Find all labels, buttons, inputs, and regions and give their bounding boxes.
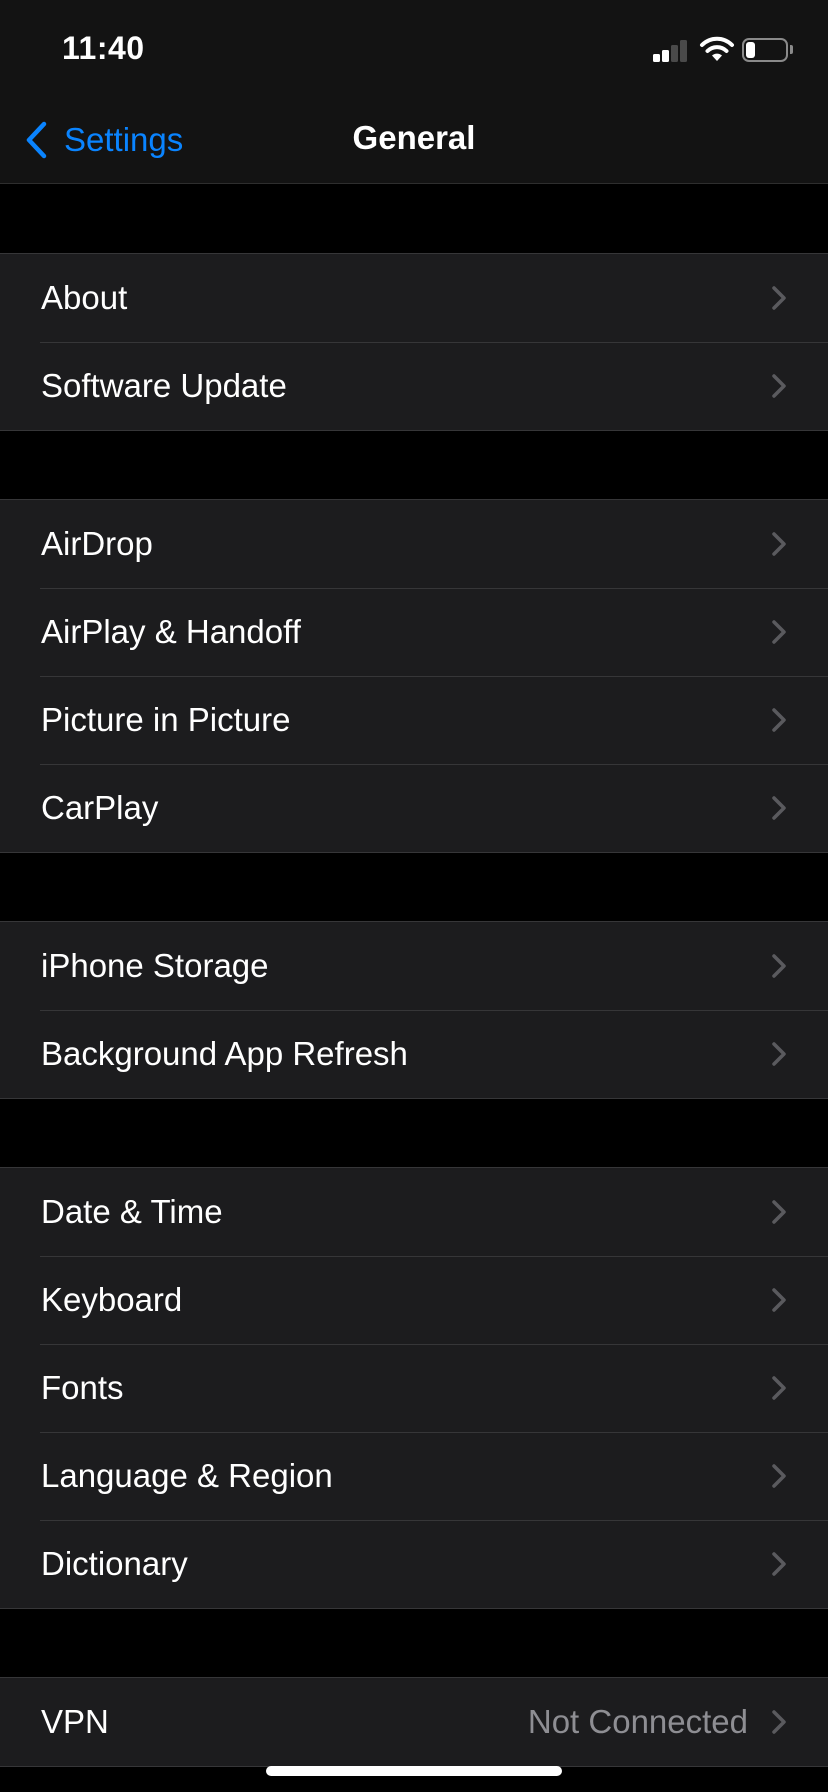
battery-level <box>746 42 755 58</box>
chevron-right-icon <box>772 1710 786 1734</box>
row-date-time[interactable]: Date & Time <box>0 1168 828 1256</box>
row-label: Dictionary <box>41 1545 188 1582</box>
row-label: Picture in Picture <box>41 701 291 738</box>
row-label: VPN <box>41 1703 109 1740</box>
status-time: 11:40 <box>62 30 145 66</box>
row-about[interactable]: About <box>0 254 828 342</box>
row-label: Date & Time <box>41 1193 223 1230</box>
row-label: Fonts <box>41 1369 124 1406</box>
home-indicator[interactable] <box>266 1766 562 1776</box>
row-label: Background App Refresh <box>41 1035 408 1072</box>
signal-bar <box>653 54 660 62</box>
signal-bar <box>680 40 687 62</box>
row-software-update[interactable]: Software Update <box>0 342 828 430</box>
cellular-signal-icon <box>653 38 689 62</box>
row-iphone-storage[interactable]: iPhone Storage <box>0 922 828 1010</box>
signal-bar <box>662 50 669 62</box>
chevron-right-icon <box>772 620 786 644</box>
chevron-right-icon <box>772 532 786 556</box>
row-picture-in-picture[interactable]: Picture in Picture <box>0 676 828 764</box>
settings-group: Date & Time Keyboard Fonts Language & Re… <box>0 1167 828 1609</box>
battery-icon <box>742 38 788 62</box>
row-label: AirDrop <box>41 525 153 562</box>
row-label: About <box>41 279 128 316</box>
settings-group: iPhone Storage Background App Refresh <box>0 921 828 1099</box>
chevron-right-icon <box>772 1200 786 1224</box>
battery-nub <box>790 45 793 54</box>
chevron-right-icon <box>772 374 786 398</box>
row-label: Language & Region <box>41 1457 333 1494</box>
row-airdrop[interactable]: AirDrop <box>0 500 828 588</box>
wifi-icon <box>700 36 734 61</box>
row-airplay-handoff[interactable]: AirPlay & Handoff <box>0 588 828 676</box>
row-carplay[interactable]: CarPlay <box>0 764 828 852</box>
row-label: AirPlay & Handoff <box>41 613 301 650</box>
row-label: CarPlay <box>41 789 159 826</box>
row-dictionary[interactable]: Dictionary <box>0 1520 828 1608</box>
chevron-right-icon <box>772 1552 786 1576</box>
chevron-right-icon <box>772 1042 786 1066</box>
row-fonts[interactable]: Fonts <box>0 1344 828 1432</box>
status-bar: 11:40 <box>0 0 828 88</box>
row-label: Keyboard <box>41 1281 183 1318</box>
settings-group: VPN Not Connected <box>0 1677 828 1767</box>
chevron-right-icon <box>772 1288 786 1312</box>
row-label: Software Update <box>41 367 287 404</box>
row-background-app-refresh[interactable]: Background App Refresh <box>0 1010 828 1098</box>
vpn-status-value: Not Connected <box>527 1703 748 1740</box>
settings-group: About Software Update <box>0 253 828 431</box>
signal-bar <box>671 45 678 62</box>
settings-group: AirDrop AirPlay & Handoff Picture in Pic… <box>0 499 828 853</box>
chevron-right-icon <box>772 1464 786 1488</box>
chevron-right-icon <box>772 708 786 732</box>
chevron-right-icon <box>772 796 786 820</box>
chevron-right-icon <box>772 954 786 978</box>
row-keyboard[interactable]: Keyboard <box>0 1256 828 1344</box>
row-language-region[interactable]: Language & Region <box>0 1432 828 1520</box>
navigation-bar: Settings General <box>0 88 828 184</box>
row-label: iPhone Storage <box>41 947 269 984</box>
chevron-right-icon <box>772 1376 786 1400</box>
chevron-right-icon <box>772 286 786 310</box>
page-title: General <box>352 119 476 156</box>
row-vpn[interactable]: VPN Not Connected <box>0 1678 828 1766</box>
